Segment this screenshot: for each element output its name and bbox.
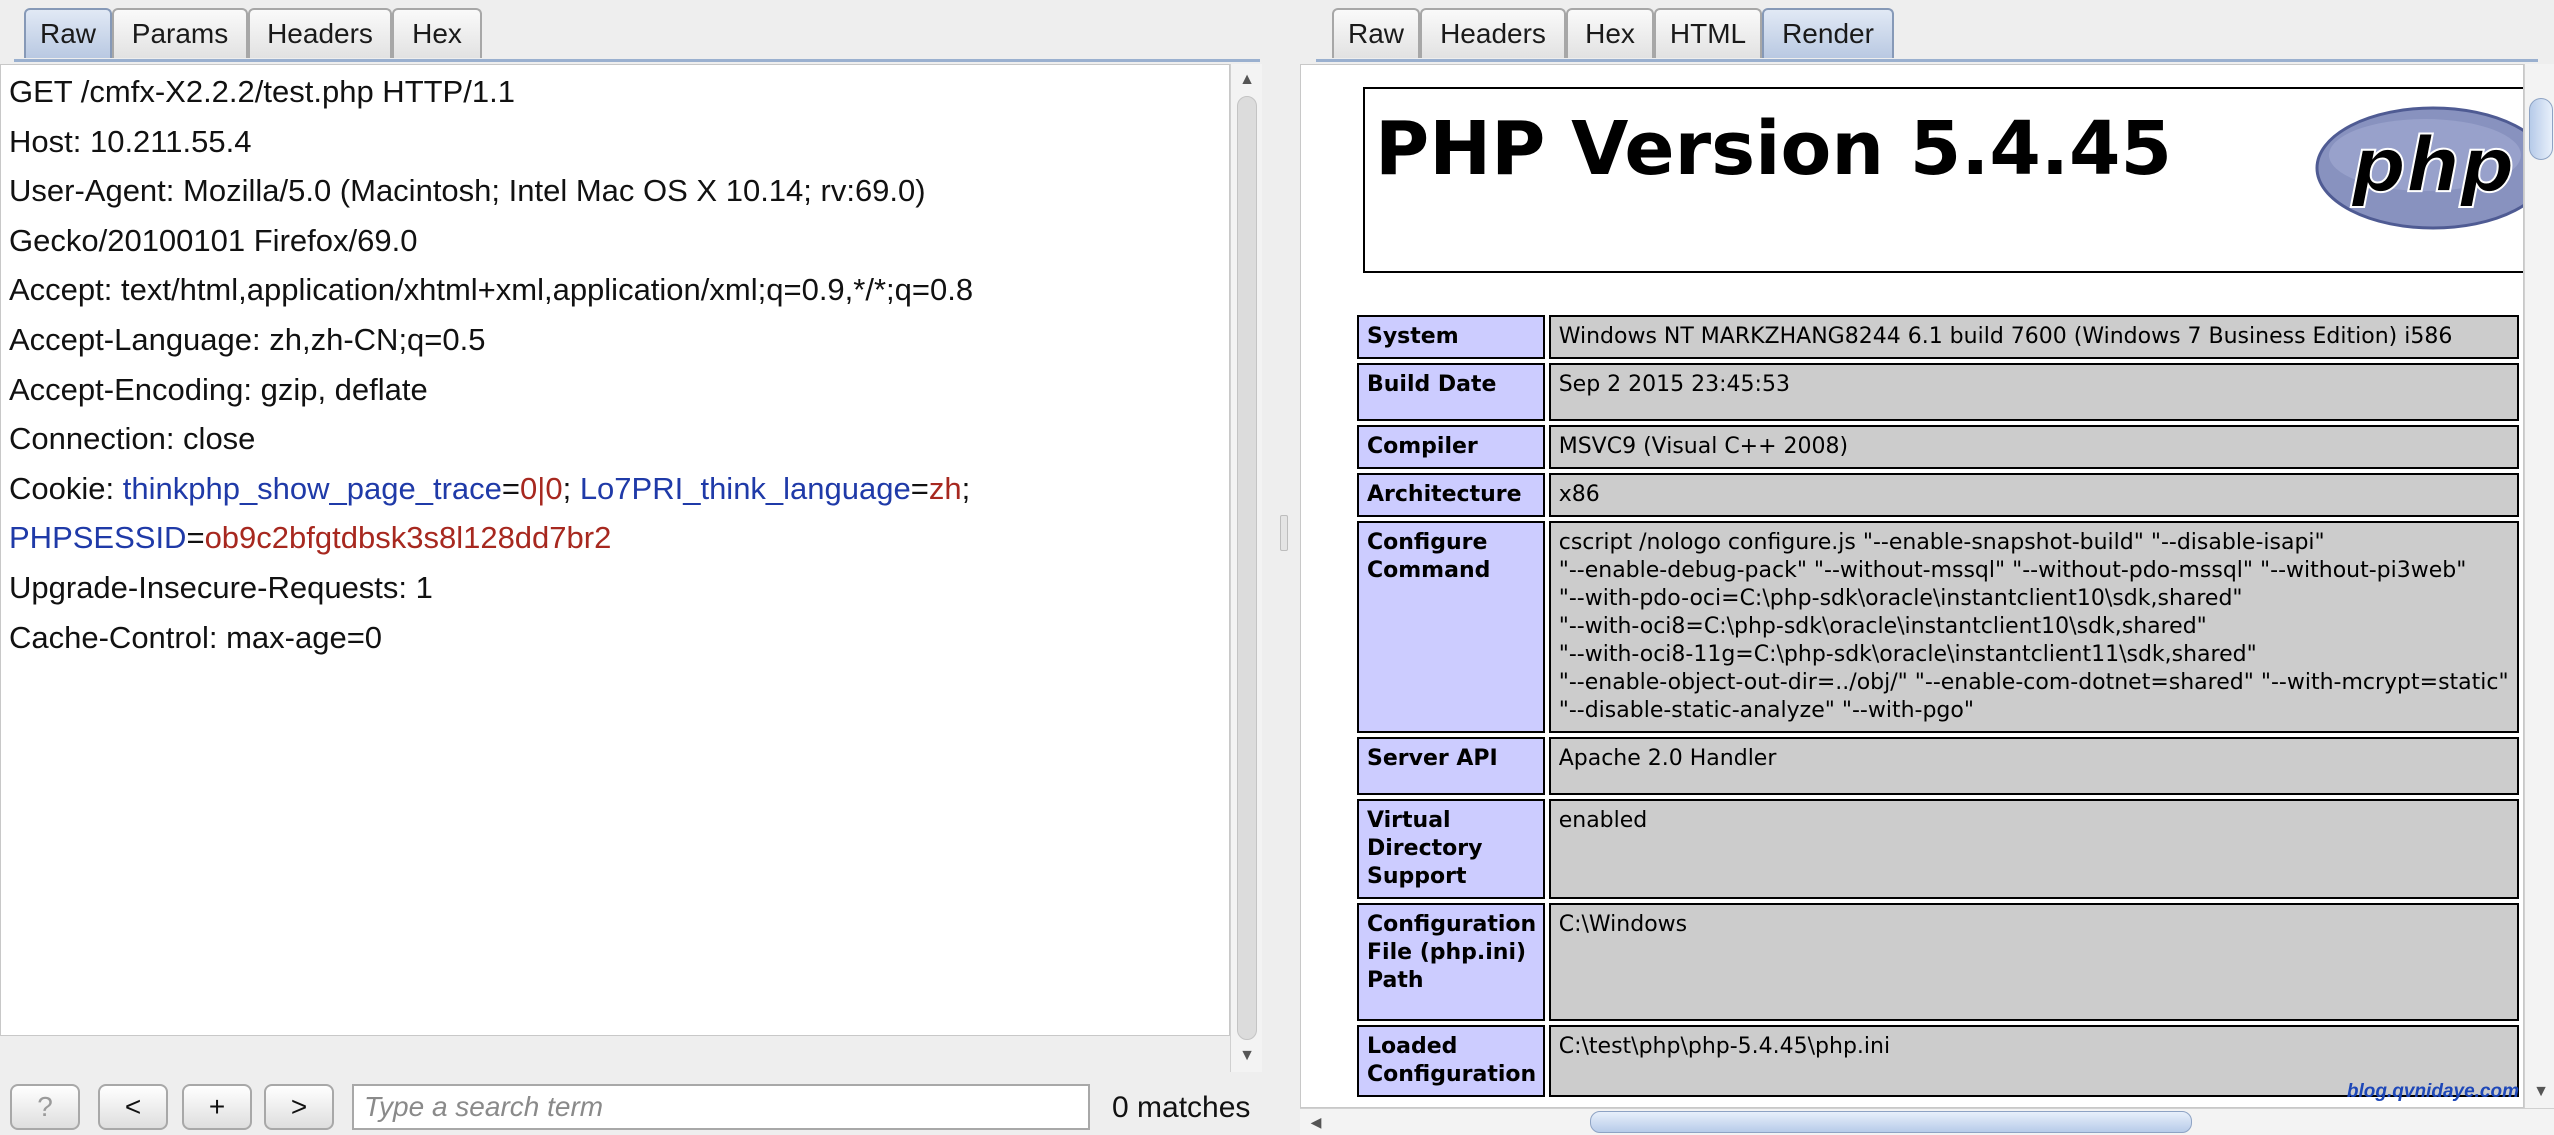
cookie-prefix: Cookie: <box>9 470 123 506</box>
help-button[interactable]: ? <box>10 1084 80 1130</box>
watermark: blog.qvnidaye.com <box>2346 1081 2519 1102</box>
header-line-accept: Accept: text/html,application/xhtml+xml,… <box>9 272 974 308</box>
next-match-button[interactable]: > <box>264 1084 334 1130</box>
match-count: 0 matches <box>1112 1091 1251 1124</box>
table-row: Loaded Configuration C:\test\php\php-5.4.… <box>1357 1025 2519 1097</box>
scroll-down-icon[interactable]: ▼ <box>1231 1042 1263 1070</box>
search-bar: ? < + > 0 matches <box>0 1072 1268 1134</box>
horizontal-scroll-thumb[interactable] <box>1590 1111 2192 1133</box>
search-input[interactable] <box>352 1084 1090 1130</box>
info-key: Server API <box>1357 737 1545 795</box>
info-value: enabled <box>1548 799 2519 899</box>
response-scrollbar[interactable]: ▼ <box>2524 64 2554 1108</box>
request-tab-hex[interactable]: Hex <box>392 8 482 58</box>
table-row: System Windows NT MARKZHANG8244 6.1 build… <box>1357 315 2519 359</box>
request-line: GET /cmfx-X2.2.2/test.php HTTP/1.1 <box>9 74 515 109</box>
response-tab-raw[interactable]: Raw <box>1332 8 1420 58</box>
cookie-value: 0|0 <box>520 470 563 506</box>
php-logo-icon: php <box>2315 106 2523 230</box>
header-line-user-agent: User-Agent: Mozilla/5.0 (Macintosh; Inte… <box>9 173 926 209</box>
request-editor[interactable]: GET /cmfx-X2.2.2/test.php HTTP/1.1 Host:… <box>0 64 1230 1036</box>
info-key: Virtual Directory Support <box>1357 799 1545 899</box>
table-row: Server API Apache 2.0 Handler <box>1357 737 2519 795</box>
scroll-left-icon[interactable]: ◀ <box>1302 1109 1330 1135</box>
tab-underline <box>14 59 1260 62</box>
scroll-down-icon[interactable]: ▼ <box>2525 1078 2554 1106</box>
page-title: PHP Version 5.4.45 <box>1375 106 2172 192</box>
php-info-table: System Windows NT MARKZHANG8244 6.1 build… <box>1353 311 2523 1101</box>
previous-match-button[interactable]: < <box>98 1084 168 1130</box>
info-value: cscript /nologo configure.js "--enable-s… <box>1548 521 2519 733</box>
response-tab-bar: Raw Headers Hex HTML Render <box>1300 0 2554 62</box>
info-value: Windows NT MARKZHANG8244 6.1 build 7600 … <box>1548 315 2519 359</box>
response-tab-html[interactable]: HTML <box>1654 8 1762 58</box>
cookie-value: ob9c2bfgtdbsk3s8l128dd7br2 <box>204 520 612 556</box>
header-line-cache-control: Cache-Control: max-age=0 <box>9 619 383 655</box>
request-tab-headers[interactable]: Headers <box>248 8 392 58</box>
response-tab-headers[interactable]: Headers <box>1420 8 1566 58</box>
header-line-connection: Connection: close <box>9 421 256 457</box>
request-tab-raw[interactable]: Raw <box>24 8 112 58</box>
cookie-name: PHPSESSID <box>9 520 187 556</box>
splitter-grip-icon[interactable] <box>1280 515 1288 551</box>
scroll-track[interactable] <box>1237 96 1257 1040</box>
table-row: Configure Command cscript /nologo configu… <box>1357 521 2519 733</box>
response-tab-hex[interactable]: Hex <box>1566 8 1654 58</box>
header-line-accept-language: Accept-Language: zh,zh-CN;q=0.5 <box>9 321 486 357</box>
response-horizontal-scrollbar[interactable]: ◀ <box>1300 1108 2554 1135</box>
request-tab-params[interactable]: Params <box>112 8 248 58</box>
table-row: Compiler MSVC9 (Visual C++ 2008) <box>1357 425 2519 469</box>
request-tab-bar: Raw Params Headers Hex <box>0 0 1268 62</box>
info-value: Apache 2.0 Handler <box>1548 737 2519 795</box>
request-pane: Raw Params Headers Hex GET /cmfx-X2.2.2/… <box>0 0 1268 1134</box>
scroll-thumb[interactable] <box>2529 98 2553 160</box>
info-value: C:\Windows <box>1548 903 2519 1021</box>
info-key: Architecture <box>1357 473 1545 517</box>
header-line-cookie: Cookie: thinkphp_show_page_trace=0|0; Lo… <box>9 470 971 506</box>
info-value: x86 <box>1548 473 2519 517</box>
response-pane: Raw Headers Hex HTML Render PHP Version … <box>1300 0 2554 1135</box>
table-row: Build Date Sep 2 2015 23:45:53 <box>1357 363 2519 421</box>
info-key: Build Date <box>1357 363 1545 421</box>
response-tab-render[interactable]: Render <box>1762 8 1894 58</box>
header-line-host: Host: 10.211.55.4 <box>9 123 252 159</box>
add-search-button[interactable]: + <box>182 1084 252 1130</box>
info-key: System <box>1357 315 1545 359</box>
scroll-up-icon[interactable]: ▲ <box>1231 66 1263 94</box>
table-row: Virtual Directory Support enabled <box>1357 799 2519 899</box>
info-key: Configuration File (php.ini) Path <box>1357 903 1545 1021</box>
header-line-user-agent-cont: Gecko/20100101 Firefox/69.0 <box>9 222 418 258</box>
cookie-value: zh <box>928 470 962 506</box>
table-row: Architecture x86 <box>1357 473 2519 517</box>
rendered-page[interactable]: PHP Version 5.4.45 php System Windows NT … <box>1300 64 2524 1108</box>
pane-splitter[interactable] <box>1268 0 1300 1134</box>
info-key: Loaded Configuration <box>1357 1025 1545 1097</box>
cookie-name: thinkphp_show_page_trace <box>122 470 502 506</box>
tab-underline <box>1316 59 2538 62</box>
header-line-accept-encoding: Accept-Encoding: gzip, deflate <box>9 371 428 407</box>
request-scrollbar[interactable]: ▲ ▼ <box>1230 64 1262 1072</box>
info-value: Sep 2 2015 23:45:53 <box>1548 363 2519 421</box>
php-header-box: PHP Version 5.4.45 php <box>1363 87 2523 273</box>
header-line-upgrade: Upgrade-Insecure-Requests: 1 <box>9 569 433 605</box>
cookie-name: Lo7PRI_think_language <box>579 470 911 506</box>
info-value: MSVC9 (Visual C++ 2008) <box>1548 425 2519 469</box>
table-row: Configuration File (php.ini) Path C:\Wind… <box>1357 903 2519 1021</box>
header-line-cookie-cont: PHPSESSID=ob9c2bfgtdbsk3s8l128dd7br2 <box>9 520 612 556</box>
info-key: Configure Command <box>1357 521 1545 733</box>
info-key: Compiler <box>1357 425 1545 469</box>
logo-text: php <box>2351 120 2515 209</box>
